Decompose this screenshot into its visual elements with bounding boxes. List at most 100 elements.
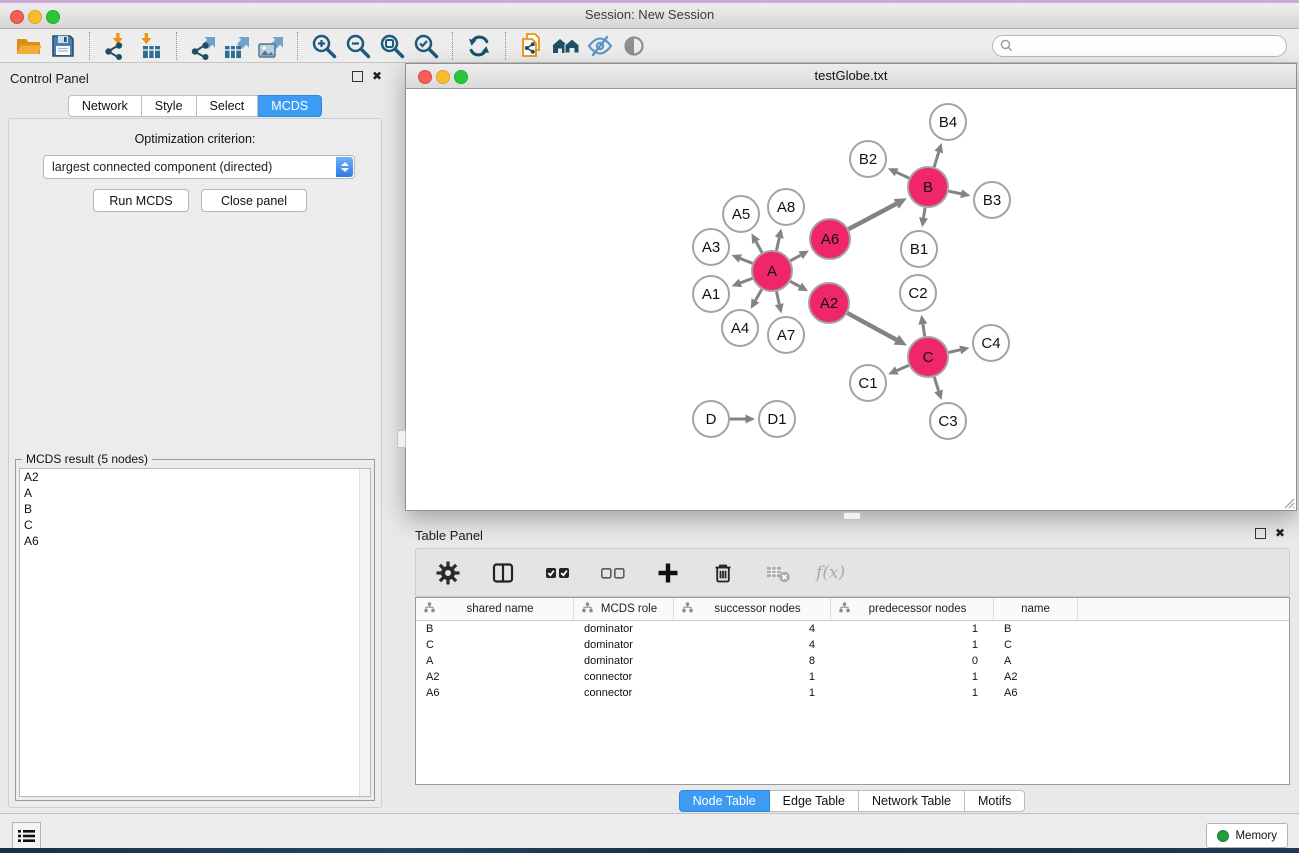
export-table-icon[interactable] bbox=[220, 31, 254, 61]
node-C3[interactable]: C3 bbox=[930, 403, 966, 439]
table-cell[interactable]: A2 bbox=[416, 671, 574, 683]
node-B2[interactable]: B2 bbox=[850, 141, 886, 177]
open-folder-icon[interactable] bbox=[12, 31, 46, 61]
node-C4[interactable]: C4 bbox=[973, 325, 1009, 361]
node-A3[interactable]: A3 bbox=[693, 229, 729, 265]
half-eye-icon[interactable] bbox=[617, 31, 651, 61]
node-A7[interactable]: A7 bbox=[768, 317, 804, 353]
column-split-icon[interactable] bbox=[486, 558, 520, 588]
trash-icon[interactable] bbox=[706, 558, 740, 588]
edge-A2-C[interactable] bbox=[847, 313, 906, 345]
table-cell[interactable]: dominator bbox=[574, 623, 674, 635]
criterion-select[interactable]: largest connected component (directed) bbox=[43, 155, 355, 179]
table-row[interactable]: A2connector11A2 bbox=[416, 669, 1289, 685]
table-cell[interactable]: 1 bbox=[674, 687, 831, 699]
node-D[interactable]: D bbox=[693, 401, 729, 437]
result-item[interactable]: A2 bbox=[20, 469, 370, 485]
table-cell[interactable]: 1 bbox=[831, 623, 994, 635]
table-cell[interactable]: B bbox=[994, 623, 1078, 635]
node-B[interactable]: B bbox=[908, 167, 948, 207]
table-cell[interactable]: A bbox=[994, 655, 1078, 667]
tab-network-table[interactable]: Network Table bbox=[859, 790, 965, 812]
table-cell[interactable]: A2 bbox=[994, 671, 1078, 683]
float-panel-icon[interactable] bbox=[352, 71, 363, 82]
table-delete-icon[interactable] bbox=[761, 558, 795, 588]
network-canvas[interactable]: AA1A2A3A4A5A6A7A8BB1B2B3B4CC1C2C3C4DD1 bbox=[407, 89, 1295, 509]
edge-B-B4[interactable] bbox=[934, 143, 943, 167]
tab-motifs[interactable]: Motifs bbox=[965, 790, 1025, 812]
edge-A-A3[interactable] bbox=[731, 254, 752, 263]
tab-select[interactable]: Select bbox=[197, 95, 259, 117]
edge-D-D1[interactable] bbox=[730, 415, 755, 424]
edge-C-C1[interactable] bbox=[888, 365, 909, 374]
table-cell[interactable]: A6 bbox=[416, 687, 574, 699]
table-cell[interactable]: B bbox=[416, 623, 574, 635]
edge-A-A8[interactable] bbox=[775, 228, 784, 250]
node-B1[interactable]: B1 bbox=[901, 231, 937, 267]
node-D1[interactable]: D1 bbox=[759, 401, 795, 437]
result-item[interactable]: C bbox=[20, 517, 370, 533]
close-panel-icon[interactable]: ✖ bbox=[372, 70, 382, 82]
task-list-button[interactable] bbox=[12, 822, 41, 849]
close-panel-button[interactable]: Close panel bbox=[201, 189, 307, 212]
zoom-in-icon[interactable] bbox=[307, 31, 341, 61]
table-cell[interactable]: dominator bbox=[574, 655, 674, 667]
import-table-icon[interactable] bbox=[133, 31, 167, 61]
export-network-icon[interactable] bbox=[186, 31, 220, 61]
save-floppy-icon[interactable] bbox=[46, 31, 80, 61]
table-row[interactable]: Adominator80A bbox=[416, 653, 1289, 669]
zoom-fit-icon[interactable] bbox=[375, 31, 409, 61]
homes-icon[interactable] bbox=[549, 31, 583, 61]
table-cell[interactable]: 1 bbox=[831, 639, 994, 651]
tab-style[interactable]: Style bbox=[142, 95, 197, 117]
edge-A-A2[interactable] bbox=[790, 281, 808, 291]
export-image-icon[interactable] bbox=[254, 31, 288, 61]
column-header-MCDS-role[interactable]: MCDS role bbox=[574, 598, 674, 620]
node-C2[interactable]: C2 bbox=[900, 275, 936, 311]
zoom-selected-icon[interactable] bbox=[409, 31, 443, 61]
function-builder-icon[interactable]: f(x) bbox=[816, 563, 845, 583]
table-cell[interactable]: 1 bbox=[674, 671, 831, 683]
tab-edge-table[interactable]: Edge Table bbox=[770, 790, 859, 812]
edge-A-A7[interactable] bbox=[775, 292, 784, 314]
table-cell[interactable]: 8 bbox=[674, 655, 831, 667]
edge-C-C2[interactable] bbox=[918, 315, 927, 337]
edge-B-B3[interactable] bbox=[949, 189, 971, 198]
plus-icon[interactable] bbox=[651, 558, 685, 588]
table-cell[interactable]: 1 bbox=[831, 671, 994, 683]
vertical-splitter-handle[interactable] bbox=[397, 430, 406, 448]
node-B4[interactable]: B4 bbox=[930, 104, 966, 140]
node-A2[interactable]: A2 bbox=[809, 283, 849, 323]
network-window-titlebar[interactable]: testGlobe.txt bbox=[406, 64, 1296, 89]
table-cell[interactable]: 0 bbox=[831, 655, 994, 667]
column-header-successor-nodes[interactable]: successor nodes bbox=[674, 598, 831, 620]
node-A[interactable]: A bbox=[752, 251, 792, 291]
table-cell[interactable]: A6 bbox=[994, 687, 1078, 699]
table-cell[interactable]: connector bbox=[574, 671, 674, 683]
duplicate-network-icon[interactable] bbox=[515, 31, 549, 61]
node-A8[interactable]: A8 bbox=[768, 189, 804, 225]
edge-A-A6[interactable] bbox=[790, 251, 809, 261]
resize-grip-icon[interactable] bbox=[1281, 495, 1295, 509]
node-B3[interactable]: B3 bbox=[974, 182, 1010, 218]
table-cell[interactable]: dominator bbox=[574, 639, 674, 651]
edge-A-A5[interactable] bbox=[752, 233, 762, 252]
edge-A-A1[interactable] bbox=[732, 278, 753, 287]
search-input[interactable] bbox=[992, 35, 1287, 57]
table-cell[interactable]: 4 bbox=[674, 623, 831, 635]
table-cell[interactable]: C bbox=[416, 639, 574, 651]
table-cell[interactable]: 1 bbox=[831, 687, 994, 699]
edge-B-B1[interactable] bbox=[919, 208, 928, 227]
table-row[interactable]: Cdominator41C bbox=[416, 637, 1289, 653]
table-row[interactable]: A6connector11A6 bbox=[416, 685, 1289, 701]
import-network-icon[interactable] bbox=[99, 31, 133, 61]
result-scrollbar[interactable] bbox=[359, 469, 370, 796]
edge-C-C3[interactable] bbox=[934, 377, 943, 400]
edge-A6-B[interactable] bbox=[849, 198, 907, 229]
node-A4[interactable]: A4 bbox=[722, 310, 758, 346]
edge-A-A4[interactable] bbox=[751, 289, 762, 309]
horizontal-splitter-handle[interactable] bbox=[843, 512, 861, 520]
result-item[interactable]: B bbox=[20, 501, 370, 517]
zoom-out-icon[interactable] bbox=[341, 31, 375, 61]
eye-slash-icon[interactable] bbox=[583, 31, 617, 61]
